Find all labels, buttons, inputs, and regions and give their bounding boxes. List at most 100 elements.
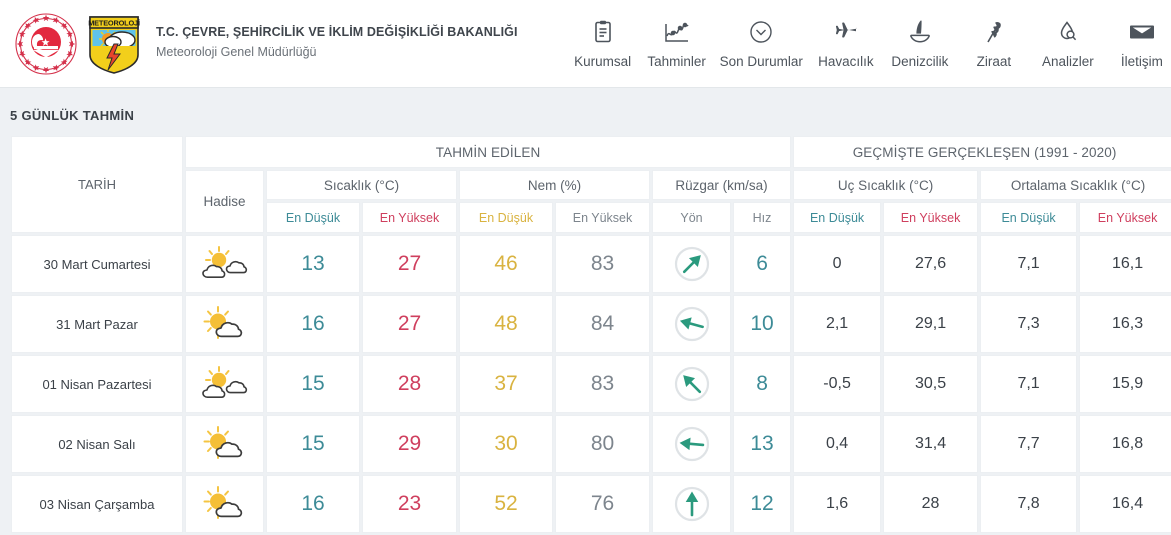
cell-wind-speed: 10 <box>733 295 792 353</box>
wind-direction-arrow-icon <box>653 484 730 524</box>
cell-humidity-max: 76 <box>555 475 650 533</box>
wind-direction-arrow-icon <box>653 364 730 404</box>
forecast-table-container: TARİH TAHMİN EDİLEN GEÇMİŞTE GERÇEKLEŞEN… <box>0 134 1171 535</box>
nav-label: Kurumsal <box>574 53 632 69</box>
sub-header-temperature: Sıcaklık (°C) <box>266 170 457 200</box>
meteoroloji-logo-icon: METEOROLOJİ <box>88 13 140 75</box>
nav-item-denizcilik[interactable]: Denizcilik <box>883 19 957 69</box>
leaf-header-ext-min: En Düşük <box>793 202 882 233</box>
cell-hist-avg-max: 15,9 <box>1079 355 1171 413</box>
col-header-date: TARİH <box>11 136 183 233</box>
chevron-down-circle-icon <box>749 19 773 45</box>
nav-item-kurumsal[interactable]: Kurumsal <box>566 19 640 69</box>
sub-header-average-temp: Ortalama Sıcaklık (°C) <box>980 170 1171 200</box>
nav-item-tahminler[interactable]: Tahminler <box>640 19 714 69</box>
sun-two-clouds-icon <box>197 246 253 288</box>
cell-temp-max: 27 <box>362 235 457 293</box>
department-title: Meteoroloji Genel Müdürlüğü <box>156 45 317 60</box>
cell-date: 31 Mart Pazar <box>11 295 183 353</box>
cell-wind-direction <box>652 295 731 353</box>
chart-line-icon <box>664 19 690 45</box>
cell-hist-extreme-max: 28 <box>883 475 979 533</box>
group-header-forecast: TAHMİN EDİLEN <box>185 136 792 168</box>
leaf-header-ext-max: En Yüksek <box>883 202 979 233</box>
leaf-header-temp-max: En Yüksek <box>362 202 457 233</box>
cell-event <box>185 235 264 293</box>
cell-wind-speed: 13 <box>733 415 792 473</box>
leaf-header-temp-min: En Düşük <box>266 202 360 233</box>
leaf-header-avg-max: En Yüksek <box>1079 202 1171 233</box>
page-title: 5 GÜNLÜK TAHMİN <box>10 108 135 123</box>
cell-hist-avg-max: 16,4 <box>1079 475 1171 533</box>
cell-event <box>185 415 264 473</box>
sun-two-clouds-icon <box>197 366 253 408</box>
cell-humidity-max: 84 <box>555 295 650 353</box>
nav-label: Denizcilik <box>891 53 949 69</box>
sun-one-cloud-icon <box>199 426 251 468</box>
cell-temp-min: 13 <box>266 235 360 293</box>
cell-hist-extreme-min: 0,4 <box>793 415 882 473</box>
brand-block: METEOROLOJİ T.C. ÇEVRE, ŞEHİRCİLİK VE İK… <box>14 12 518 76</box>
cell-temp-max: 29 <box>362 415 457 473</box>
cell-wind-direction <box>652 355 731 413</box>
cell-hist-avg-min: 7,1 <box>980 355 1078 413</box>
nav-label: Analizler <box>1041 53 1094 69</box>
cell-date: 01 Nisan Pazartesi <box>11 355 183 413</box>
cell-hist-avg-min: 7,1 <box>980 235 1078 293</box>
water-drop-search-icon <box>1056 19 1080 45</box>
sub-header-humidity: Nem (%) <box>459 170 650 200</box>
nav-item-iletisim[interactable]: İletişim <box>1105 19 1171 69</box>
wheat-icon <box>983 19 1005 45</box>
table-body: 30 Mart Cumartesi 13 27 46 83 6 0 27,6 7… <box>11 235 1171 533</box>
sailboat-icon <box>909 19 931 45</box>
cell-wind-speed: 6 <box>733 235 792 293</box>
group-header-historical: GEÇMİŞTE GERÇEKLEŞEN (1991 - 2020) <box>793 136 1171 168</box>
brand-titles: T.C. ÇEVRE, ŞEHİRCİLİK VE İKLİM DEĞİŞİKL… <box>156 25 518 62</box>
cell-temp-min: 16 <box>266 475 360 533</box>
table-row: 31 Mart Pazar 16 27 48 84 10 2,1 29,1 7,… <box>11 295 1171 353</box>
nav-item-analizler[interactable]: Analizler <box>1031 19 1105 69</box>
svg-text:METEOROLOJİ: METEOROLOJİ <box>88 18 140 27</box>
sub-header-wind: Rüzgar (km/sa) <box>652 170 792 200</box>
nav-item-ziraat[interactable]: Ziraat <box>957 19 1031 69</box>
clipboard-icon <box>593 19 613 45</box>
turkish-state-emblem-icon <box>14 12 78 76</box>
cell-hist-extreme-min: -0,5 <box>793 355 882 413</box>
table-group-header-row: TARİH TAHMİN EDİLEN GEÇMİŞTE GERÇEKLEŞEN… <box>11 136 1171 233</box>
cell-humidity-min: 30 <box>459 415 553 473</box>
nav-label: Havacılık <box>818 53 874 69</box>
airplane-icon <box>834 19 858 45</box>
nav-label: Tahminler <box>647 53 706 69</box>
cell-wind-speed: 8 <box>733 355 792 413</box>
table-row: 01 Nisan Pazartesi 15 28 37 83 8 -0,5 30… <box>11 355 1171 413</box>
sub-header-extreme-temp: Uç Sıcaklık (°C) <box>793 170 979 200</box>
sun-one-cloud-icon <box>199 486 251 528</box>
cell-humidity-max: 80 <box>555 415 650 473</box>
leaf-header-hum-min: En Düşük <box>459 202 553 233</box>
cell-hist-extreme-max: 31,4 <box>883 415 979 473</box>
cell-temp-max: 27 <box>362 295 457 353</box>
cell-wind-direction <box>652 415 731 473</box>
wind-direction-arrow-icon <box>653 424 730 464</box>
cell-event <box>185 355 264 413</box>
leaf-header-avg-min: En Düşük <box>980 202 1078 233</box>
table-head: TARİH TAHMİN EDİLEN GEÇMİŞTE GERÇEKLEŞEN… <box>11 136 1171 233</box>
col-header-event: Hadise <box>185 170 264 233</box>
cell-temp-max: 23 <box>362 475 457 533</box>
cell-hist-extreme-max: 29,1 <box>883 295 979 353</box>
table-row: 30 Mart Cumartesi 13 27 46 83 6 0 27,6 7… <box>11 235 1171 293</box>
table-sub-header-row: Hadise Sıcaklık (°C) Nem (%) Rüzgar (km/… <box>11 170 1171 233</box>
nav-item-havacilik[interactable]: Havacılık <box>809 19 883 69</box>
wind-direction-arrow-icon <box>653 244 730 284</box>
cell-event <box>185 475 264 533</box>
cell-humidity-min: 52 <box>459 475 553 533</box>
cell-hist-avg-max: 16,3 <box>1079 295 1171 353</box>
cell-date: 03 Nisan Çarşamba <box>11 475 183 533</box>
cell-humidity-min: 46 <box>459 235 553 293</box>
nav-label: İletişim <box>1120 53 1163 69</box>
nav-label: Son Durumlar <box>719 53 803 69</box>
cell-hist-extreme-max: 30,5 <box>883 355 979 413</box>
nav-item-son-durumlar[interactable]: Son Durumlar <box>714 19 809 69</box>
table-row: 03 Nisan Çarşamba 16 23 52 76 12 1,6 28 … <box>11 475 1171 533</box>
cell-hist-avg-max: 16,8 <box>1079 415 1171 473</box>
